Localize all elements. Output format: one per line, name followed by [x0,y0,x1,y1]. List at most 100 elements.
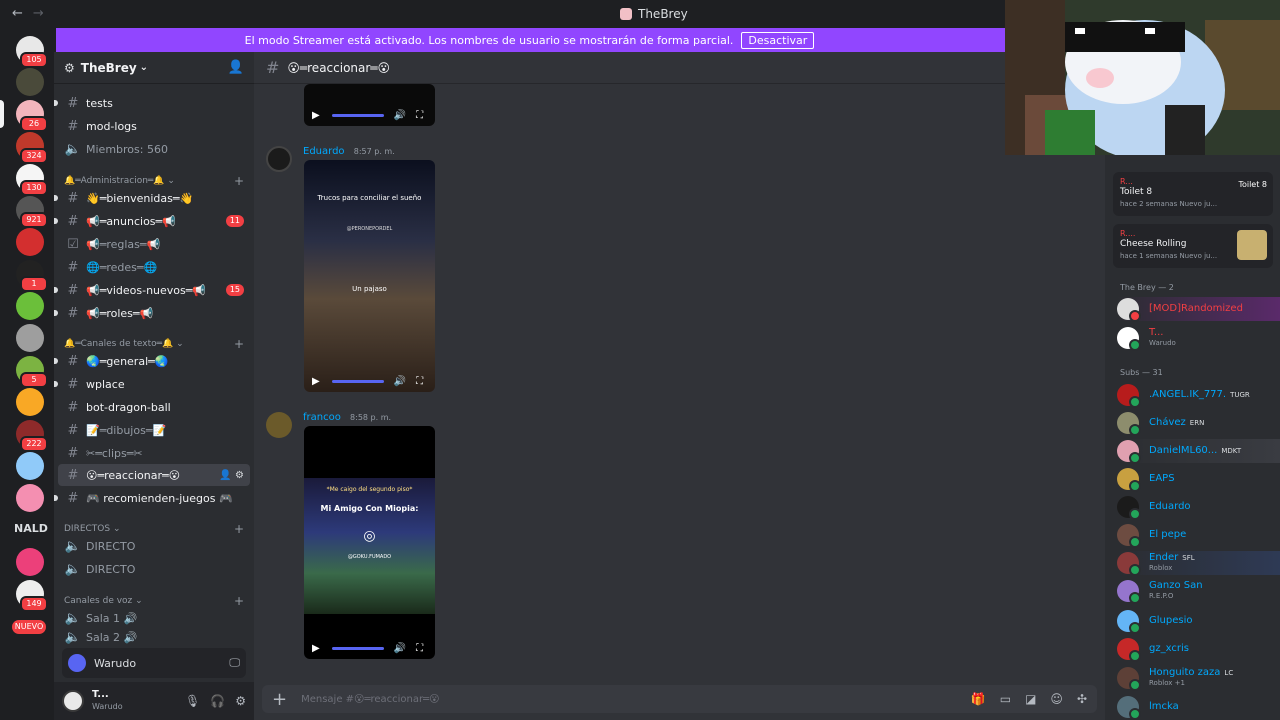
server-icon-9[interactable]: 5 [16,356,48,388]
message-composer[interactable]: + Mensaje #😮═reaccionar═😮 🎁 ▭ ◪ ☺ ✣ [262,685,1097,713]
add-attachment-icon[interactable]: + [272,689,287,710]
screen-share-icon[interactable]: 🖵 [229,656,240,670]
channel-bot-dragon-ball[interactable]: # bot-dragon-ball [58,396,250,418]
member-item[interactable]: Chávez ERN [1117,411,1280,436]
channel-general[interactable]: # 🌏═general═🌏 [54,350,250,372]
member-item[interactable]: gz_xcris [1117,637,1280,662]
channel-mod-logs[interactable]: # mod-logs [58,115,250,137]
server-icon-15[interactable]: 149 [16,580,48,612]
fullscreen-icon[interactable]: ⛶ [416,643,423,654]
add-channel-icon[interactable]: + [234,174,244,188]
new-badge[interactable]: NUEVO [12,620,46,634]
add-channel-icon[interactable]: + [234,522,244,536]
author-name[interactable]: Eduardo [303,146,345,157]
member-item[interactable]: lmcka [1117,695,1280,720]
server-icon-13[interactable] [16,484,44,512]
channel-anuncios[interactable]: # 📢═anuncios═📢 11 [54,210,250,232]
activity-card[interactable]: R... Toilet 8 hace 2 semanas Nuevo ju...… [1113,172,1273,216]
server-icon-14[interactable] [16,548,44,576]
member-item[interactable]: .ANGEL.IK_777. TUGR [1117,383,1280,408]
invite-people-icon[interactable]: 👤 [228,60,244,75]
play-icon[interactable]: ▶ [312,643,320,654]
server-icon-8[interactable] [16,324,44,352]
channel-roles[interactable]: # 📢═roles═📢 [54,302,250,324]
activity-card[interactable]: R.... Cheese Rolling hace 1 semanas Nuev… [1113,224,1273,268]
progress-bar[interactable] [331,379,384,383]
server-icon-5[interactable] [16,228,44,256]
composer-placeholder[interactable]: Mensaje #😮═reaccionar═😮 [301,694,439,705]
member-item[interactable]: T... Warudo [1117,326,1280,351]
gif-icon[interactable]: ▭ [1000,692,1011,706]
direct-messages-icon[interactable]: 105 [16,36,48,68]
member-item[interactable]: El pepe [1117,523,1280,548]
deactivate-button[interactable]: Desactivar [741,31,815,49]
member-item[interactable]: Ender SFL Roblox [1117,551,1280,576]
server-icon-10[interactable] [16,388,44,416]
settings-gear-icon[interactable]: ⚙ [235,694,246,708]
server-folder-nald[interactable]: NALD [14,522,48,535]
gift-icon[interactable]: 🎁 [971,692,986,706]
voice-channel-sala-1[interactable]: 🔈 Sala 1 🔊 [58,607,250,629]
server-header[interactable]: ⚙ TheBrey ⌄ 👤 [54,52,254,84]
category-admin[interactable]: 🔔═Administracion═🔔 ⌄ + [64,174,244,188]
volume-icon[interactable]: 🔊 [394,110,406,121]
member-item[interactable]: [MOD]Randomized [1117,297,1280,322]
voice-channel-sala-2[interactable]: 🔈 Sala 2 🔊 [58,630,250,644]
sticker-icon[interactable]: ◪ [1025,692,1036,706]
server-icon-6[interactable]: 1 [16,260,48,292]
headphones-icon[interactable]: 🎧 [210,694,225,708]
progress-bar[interactable] [331,113,384,117]
channel-directo-2[interactable]: 🔈 DIRECTO [58,558,250,580]
category-text[interactable]: 🔔═Canales de texto═🔔 ⌄ + [64,337,244,351]
play-icon[interactable]: ▶ [312,110,320,121]
avatar[interactable] [266,146,292,172]
avatar[interactable] [266,412,292,438]
member-item[interactable]: Eduardo [1117,495,1280,520]
channel-recomienden-juegos[interactable]: # 🎮 recomienden-juegos 🎮 [54,487,250,509]
server-icon-2[interactable]: 324 [16,132,48,164]
add-channel-icon[interactable]: + [234,594,244,608]
channel-settings-icon[interactable]: 👤 ⚙ [219,470,244,481]
volume-icon[interactable]: 🔊 [394,376,406,387]
channel-tests[interactable]: # tests [54,92,250,114]
microphone-icon[interactable]: 🎙 [185,694,200,708]
play-icon[interactable]: ▶ [312,376,320,387]
member-item[interactable]: Honguito zaza LC Roblox +1 [1117,666,1280,691]
server-icon-3[interactable]: 130 [16,164,48,196]
video-player[interactable]: ▶ 🔊 ⛶ [304,84,435,126]
video-player[interactable]: Trucos para conciliar el sueño @PERONEPO… [304,160,435,392]
forward-arrow-icon[interactable]: → [33,6,44,21]
member-item[interactable]: DanielML60... MDKT [1117,439,1280,464]
channel-directo-1[interactable]: 🔈 DIRECTO [58,535,250,557]
channel-reglas[interactable]: ☑ 📢═reglas═📢 [58,233,250,255]
server-icon-7[interactable] [16,292,44,320]
category-voz[interactable]: Canales de voz ⌄ + [64,594,244,608]
progress-bar[interactable] [331,646,384,650]
fullscreen-icon[interactable]: ⛶ [416,376,423,387]
activity-status-box[interactable]: Warudo 🖵 [62,648,246,678]
server-icon-12[interactable] [16,452,44,480]
channel-clips[interactable]: # ✂═clips═✂ [58,442,250,464]
channel-wplace[interactable]: # wplace [54,373,250,395]
channel-dibujos[interactable]: # 📝═dibujos═📝 [58,419,250,441]
member-item[interactable]: Ganzo San R.E.P.O [1117,579,1280,604]
category-directos[interactable]: DIRECTOS ⌄ + [64,522,244,536]
video-player[interactable]: *Me caigo del segundo piso* Mi Amigo Con… [304,426,435,659]
channel-redes[interactable]: # 🌐═redes═🌐 [58,256,250,278]
server-icon-1[interactable] [16,68,44,96]
server-icon-4[interactable]: 921 [16,196,48,228]
channel-member-count[interactable]: 🔈 Miembros: 560 [58,138,250,160]
server-icon-11[interactable]: 222 [16,420,48,452]
server-icon-thebrey[interactable]: 26 [16,100,48,132]
channel-videos-nuevos[interactable]: # 📢═videos-nuevos═📢 15 [54,279,250,301]
channel-bienvenidas[interactable]: # 👋═bienvenidas═👋 [54,187,250,209]
member-item[interactable]: EAPS [1117,467,1280,492]
member-item[interactable]: Glupesio [1117,609,1280,634]
apps-icon[interactable]: ✣ [1077,692,1087,706]
add-channel-icon[interactable]: + [234,337,244,351]
back-arrow-icon[interactable]: ← [12,6,23,21]
emoji-icon[interactable]: ☺ [1050,692,1063,706]
avatar[interactable] [62,690,84,712]
channel-reaccionar[interactable]: # 😮═reaccionar═😮 👤 ⚙ [58,464,250,486]
volume-icon[interactable]: 🔊 [394,643,406,654]
